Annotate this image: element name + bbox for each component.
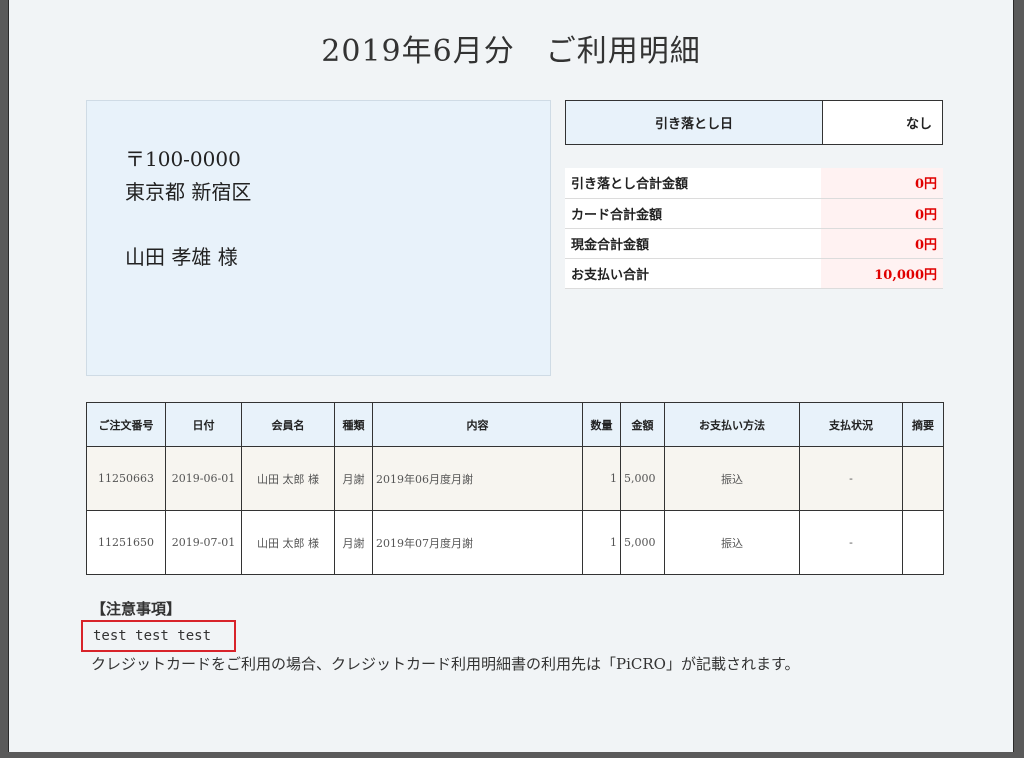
order-remarks <box>902 510 944 575</box>
address-city: 東京都 新宿区 <box>125 180 252 204</box>
order-number: 11251650 <box>86 510 166 575</box>
table-row: 11250663 2019-06-01 山田 太郎 様 月謝 2019年06月度… <box>86 446 944 511</box>
order-number: 11250663 <box>86 446 166 511</box>
summary-row: カード合計金額 0円 <box>565 198 943 229</box>
payment-method: 振込 <box>664 510 800 575</box>
order-amount: 5,000 <box>620 510 665 575</box>
summary-label: カード合計金額 <box>565 198 821 229</box>
withdrawal-date-value: なし <box>905 117 932 132</box>
orders-table: ご注文番号 日付 会員名 種類 内容 数量 金額 お支払い方法 支払状況 摘要 … <box>86 402 944 575</box>
order-date: 2019-06-01 <box>165 446 242 511</box>
order-quantity: 1 <box>582 510 621 575</box>
payment-status: - <box>799 510 903 575</box>
column-header: ご注文番号 <box>86 402 166 447</box>
order-content: 2019年07月度月謝 <box>372 510 583 575</box>
orders-header-row: ご注文番号 日付 会員名 種類 内容 数量 金額 お支払い方法 支払状況 摘要 <box>86 402 944 447</box>
summary-value: 10,000円 <box>821 258 943 289</box>
column-header: 内容 <box>372 402 583 447</box>
summary-label: お支払い合計 <box>565 258 821 289</box>
statement-page: 2019年6月分 ご利用明細 〒100-0000 東京都 新宿区 山田 孝雄 様… <box>8 0 1014 752</box>
recipient-name: 山田 孝雄 様 <box>125 245 238 269</box>
member-name: 山田 太郎 様 <box>241 446 335 511</box>
column-header: お支払い方法 <box>664 402 800 447</box>
summary-value: 0円 <box>821 198 943 229</box>
summary-value: 0円 <box>821 228 943 259</box>
summary-label: 引き落とし合計金額 <box>565 168 821 199</box>
postal-code: 〒100-0000 <box>125 147 241 171</box>
summary-value: 0円 <box>821 168 943 199</box>
column-header: 会員名 <box>241 402 335 447</box>
address-box: 〒100-0000 東京都 新宿区 山田 孝雄 様 <box>86 100 551 376</box>
notes-heading: 【注意事項】 <box>91 600 182 618</box>
notes-text: クレジットカードをご利用の場合、クレジットカード利用明細書の利用先は「PiCRO… <box>91 655 800 673</box>
table-row: 11251650 2019-07-01 山田 太郎 様 月謝 2019年07月度… <box>86 510 944 575</box>
payment-method: 振込 <box>664 446 800 511</box>
order-content: 2019年06月度月謝 <box>372 446 583 511</box>
order-amount: 5,000 <box>620 446 665 511</box>
column-header: 支払状況 <box>799 402 903 447</box>
summary-table: 引き落とし合計金額 0円 カード合計金額 0円 現金合計金額 0円 お支払い合計… <box>565 168 943 289</box>
page-title: 2019年6月分 ご利用明細 <box>321 34 701 69</box>
payment-status: - <box>799 446 903 511</box>
withdrawal-date-box: 引き落とし日 なし <box>565 100 943 145</box>
column-header: 種類 <box>334 402 373 447</box>
order-type: 月謝 <box>334 510 373 575</box>
column-header: 日付 <box>165 402 242 447</box>
notes-test-line: test test test <box>81 620 236 652</box>
summary-row: 引き落とし合計金額 0円 <box>565 168 943 199</box>
notes-section: 【注意事項】 test test test クレジットカードをご利用の場合、クレ… <box>81 598 799 673</box>
order-type: 月謝 <box>334 446 373 511</box>
column-header: 金額 <box>620 402 665 447</box>
member-name: 山田 太郎 様 <box>241 510 335 575</box>
order-remarks <box>902 446 944 511</box>
summary-label: 現金合計金額 <box>565 228 821 259</box>
summary-row: お支払い合計 10,000円 <box>565 258 943 289</box>
order-quantity: 1 <box>582 446 621 511</box>
withdrawal-date-label: 引き落とし日 <box>566 101 823 144</box>
column-header: 数量 <box>582 402 621 447</box>
summary-row: 現金合計金額 0円 <box>565 228 943 259</box>
column-header: 摘要 <box>902 402 944 447</box>
order-date: 2019-07-01 <box>165 510 242 575</box>
